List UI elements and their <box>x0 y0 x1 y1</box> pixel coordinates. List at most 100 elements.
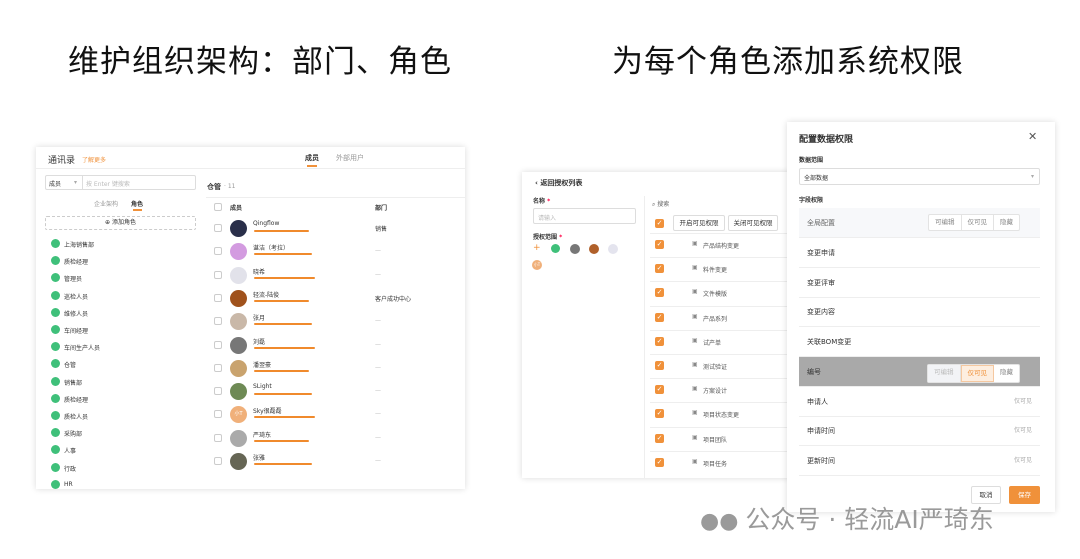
role-item[interactable]: 管理员 <box>64 274 82 283</box>
row-checkbox[interactable] <box>214 410 222 419</box>
field-row[interactable]: 变更评审 <box>799 268 1040 298</box>
role-item[interactable]: 人事 <box>64 446 76 455</box>
item-checkbox[interactable]: ✓ <box>655 336 664 346</box>
data-scope-select[interactable]: 全部数据 ▾ <box>799 168 1040 185</box>
form-icon: ▣ <box>692 433 698 441</box>
learn-more-link[interactable]: 了解更多 <box>82 155 106 164</box>
member-name[interactable]: Qingflow <box>253 220 279 227</box>
option-readonly[interactable]: 仅可见 <box>960 364 994 382</box>
row-checkbox[interactable] <box>214 270 222 279</box>
field-row[interactable]: 更新时间 仅可见 <box>799 446 1040 476</box>
tab-external-users[interactable]: 外部用户 <box>336 153 364 163</box>
member-name[interactable]: 晓希 <box>253 267 265 276</box>
app-item[interactable]: 料件变更 <box>703 265 727 274</box>
member-name[interactable]: 严琦东 <box>253 430 271 439</box>
member-dept: 销售 <box>375 226 388 233</box>
search-input[interactable]: 按 Enter 键搜索 <box>86 179 130 188</box>
item-checkbox[interactable]: ✓ <box>655 457 664 467</box>
row-checkbox[interactable] <box>214 457 222 465</box>
save-button[interactable]: 保存 <box>1009 486 1040 504</box>
row-checkbox[interactable] <box>214 247 222 256</box>
tab-members[interactable]: 成员 <box>305 153 319 163</box>
field-row[interactable]: 变更内容 <box>799 297 1040 328</box>
form-icon: ▣ <box>692 336 698 344</box>
app-item[interactable]: 项目状态变更 <box>703 410 739 419</box>
role-item[interactable]: 行政 <box>64 464 76 473</box>
field-row[interactable]: 关联BOM变更 <box>799 327 1040 358</box>
enable-visible-button[interactable]: 开启可见权限 <box>673 215 725 231</box>
app-item[interactable]: 项目任务 <box>703 459 727 468</box>
role-item[interactable]: 采购部 <box>64 429 82 438</box>
row-checkbox[interactable] <box>214 340 222 349</box>
global-permission-toggle[interactable]: 可编辑 仅可见 隐藏 <box>928 214 1020 231</box>
member-name[interactable]: 张雅 <box>253 453 265 462</box>
close-icon[interactable]: ✕ <box>1028 130 1037 143</box>
redacted-email <box>254 276 315 279</box>
avatar <box>230 336 247 354</box>
item-checkbox[interactable]: ✓ <box>655 264 664 274</box>
member-name[interactable]: 刘磊 <box>253 337 265 346</box>
role-item[interactable]: 巡检人员 <box>64 292 88 301</box>
select-all-checkbox[interactable]: ✓ <box>655 219 664 228</box>
back-link[interactable]: ‹ 返回授权列表 <box>535 178 582 188</box>
row-checkbox[interactable] <box>214 363 222 372</box>
option-hidden[interactable]: 隐藏 <box>994 215 1019 230</box>
role-item[interactable]: 质检经理 <box>64 395 88 404</box>
role-item[interactable]: 车间经理 <box>64 326 88 335</box>
option-hidden[interactable]: 隐藏 <box>994 365 1019 382</box>
role-item[interactable]: 销售部 <box>64 378 82 387</box>
member-name[interactable]: 轻流-陆俊 <box>253 290 279 299</box>
field-row[interactable]: 变更申请 <box>799 238 1040 268</box>
search-field[interactable]: ⌕ 搜索 <box>652 199 669 209</box>
item-checkbox[interactable]: ✓ <box>655 361 664 370</box>
row-checkbox[interactable] <box>214 293 222 302</box>
role-item[interactable]: 仓管 <box>64 360 76 369</box>
select-all-checkbox[interactable] <box>214 203 222 211</box>
search-type-select[interactable]: 成员 <box>49 179 61 188</box>
option-editable[interactable]: 可编辑 <box>929 215 962 230</box>
member-name[interactable]: 潘翌豪 <box>253 360 271 369</box>
item-checkbox[interactable]: ✓ <box>655 385 664 395</box>
role-item[interactable]: 上海销售部 <box>64 240 94 249</box>
role-item[interactable]: HR <box>64 481 73 488</box>
app-item[interactable]: 方案设计 <box>703 386 727 395</box>
role-item[interactable]: 质检经理 <box>64 257 88 266</box>
divider <box>650 305 790 307</box>
role-item[interactable]: 质检人员 <box>64 412 88 421</box>
item-checkbox[interactable]: ✓ <box>655 240 664 249</box>
member-name[interactable]: SLight <box>253 383 272 390</box>
option-editable[interactable]: 可编辑 <box>928 364 961 382</box>
field-row[interactable]: 申请人 仅可见 <box>799 387 1040 417</box>
search-box[interactable]: 成员 ▾ 按 Enter 键搜索 <box>45 175 196 190</box>
subtab-org[interactable]: 企业架构 <box>94 199 118 208</box>
item-checkbox[interactable]: ✓ <box>655 288 664 298</box>
subtab-roles[interactable]: 角色 <box>131 199 143 208</box>
row-checkbox[interactable] <box>214 433 222 442</box>
member-name[interactable]: Sky很磊磊 <box>253 406 282 415</box>
item-checkbox[interactable]: ✓ <box>655 433 664 443</box>
field-permission-toggle[interactable]: 可编辑 仅可见 隐藏 <box>927 363 1020 383</box>
row-checkbox[interactable] <box>214 317 222 326</box>
app-item[interactable]: 试产单 <box>703 338 721 347</box>
member-name[interactable]: 张月 <box>253 313 265 322</box>
item-checkbox[interactable]: ✓ <box>655 409 664 419</box>
app-item[interactable]: 测试验证 <box>703 362 727 371</box>
name-input[interactable]: 请输入 <box>533 208 636 224</box>
app-item[interactable]: 项目团队 <box>703 435 727 444</box>
disable-visible-button[interactable]: 关闭可见权限 <box>728 215 778 231</box>
add-scope-plus-icon[interactable]: + <box>533 244 542 253</box>
app-item[interactable]: 产品系列 <box>703 314 727 323</box>
field-row[interactable]: 申请时间 仅可见 <box>799 416 1040 447</box>
row-checkbox[interactable] <box>214 387 222 396</box>
app-item[interactable]: 产品结构变更 <box>703 241 739 250</box>
member-name[interactable]: 谌洁（考拉） <box>253 243 289 252</box>
field-permission-value: 仅可见 <box>1013 397 1032 405</box>
role-item[interactable]: 车间生产人员 <box>64 343 100 352</box>
item-checkbox[interactable]: ✓ <box>655 312 664 322</box>
subtab-underline <box>133 209 142 211</box>
row-checkbox[interactable] <box>214 224 222 232</box>
add-role-button[interactable]: ⊕ 添加角色 <box>45 216 196 230</box>
option-readonly[interactable]: 仅可见 <box>962 215 994 230</box>
role-item[interactable]: 维修人员 <box>64 309 88 318</box>
app-item[interactable]: 文件模版 <box>703 289 727 298</box>
